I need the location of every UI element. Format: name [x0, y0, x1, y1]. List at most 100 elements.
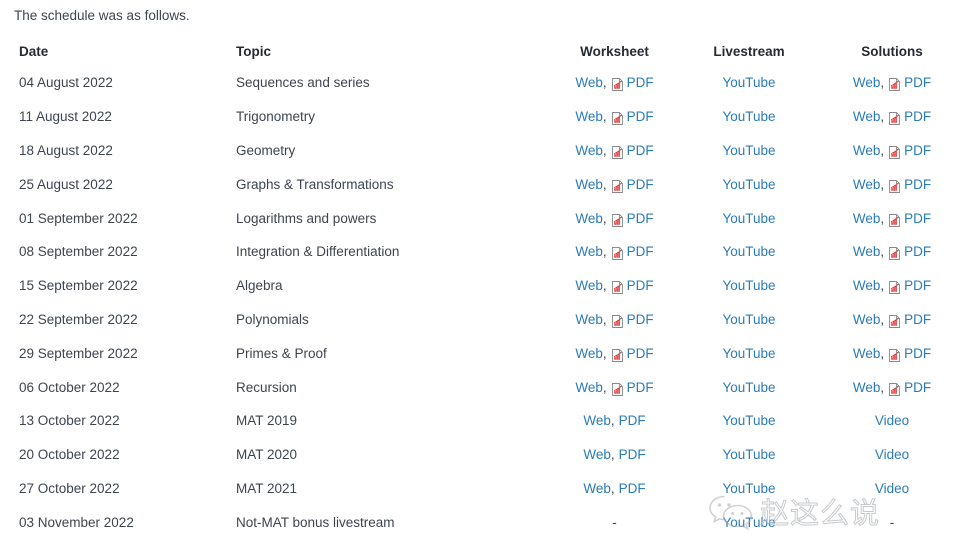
- worksheet-pdf-link[interactable]: PDF: [627, 211, 654, 226]
- worksheet-web-link[interactable]: Web: [575, 278, 603, 293]
- cell-livestream: YouTube: [678, 370, 820, 404]
- solutions-web-link[interactable]: Web: [853, 109, 881, 124]
- cell-date: 22 September 2022: [19, 311, 138, 327]
- livestream-cell-content: YouTube: [722, 481, 775, 496]
- separator-comma: ,: [602, 278, 607, 294]
- solutions-pdf-link[interactable]: PDF: [904, 177, 931, 192]
- solutions-pdf-link[interactable]: PDF: [904, 75, 931, 90]
- table-row: 15 September 2022 Algebra Web, PDF YouTube We…: [0, 269, 964, 303]
- worksheet-web-link[interactable]: Web: [575, 346, 603, 361]
- worksheet-pdf-link[interactable]: PDF: [627, 244, 654, 259]
- separator-comma: ,: [602, 244, 607, 260]
- livestream-youtube-link[interactable]: YouTube: [722, 278, 775, 293]
- separator-comma: ,: [602, 311, 607, 327]
- worksheet-web-link[interactable]: Web: [575, 75, 603, 90]
- worksheet-pdf-link[interactable]: PDF: [619, 413, 646, 428]
- solutions-cell-content: Video: [875, 481, 909, 496]
- solutions-pdf-link[interactable]: PDF: [904, 380, 931, 395]
- separator-comma: ,: [602, 176, 607, 192]
- worksheet-pdf-link[interactable]: PDF: [627, 380, 654, 395]
- solutions-web-link[interactable]: Web: [853, 244, 881, 259]
- cell-solutions: Web, PDF: [820, 134, 964, 168]
- worksheet-web-link[interactable]: Web: [575, 109, 603, 124]
- worksheet-web-link[interactable]: Web: [575, 244, 603, 259]
- worksheet-pdf-link[interactable]: PDF: [627, 346, 654, 361]
- table-row: 04 August 2022 Sequences and series Web, PD…: [0, 66, 964, 100]
- solutions-pdf-link[interactable]: PDF: [904, 211, 931, 226]
- livestream-youtube-link[interactable]: YouTube: [722, 75, 775, 90]
- solutions-cell-content: Web, PDF: [853, 244, 931, 261]
- separator-comma: ,: [610, 447, 615, 463]
- livestream-youtube-link[interactable]: YouTube: [722, 346, 775, 361]
- livestream-youtube-link[interactable]: YouTube: [722, 244, 775, 259]
- livestream-youtube-link[interactable]: YouTube: [722, 481, 775, 496]
- cell-topic: Recursion: [236, 379, 297, 395]
- worksheet-pdf-link[interactable]: PDF: [627, 143, 654, 158]
- worksheet-web-link[interactable]: Web: [575, 312, 603, 327]
- solutions-web-link[interactable]: Web: [853, 211, 881, 226]
- solutions-web-link[interactable]: Web: [853, 346, 881, 361]
- solutions-web-link[interactable]: Web: [853, 380, 881, 395]
- cell-solutions: Web, PDF: [820, 303, 964, 337]
- solutions-video-link[interactable]: Video: [875, 481, 909, 496]
- solutions-cell-content: Video: [875, 413, 909, 428]
- cell-topic: MAT 2019: [236, 413, 298, 429]
- worksheet-pdf-link[interactable]: PDF: [619, 481, 646, 496]
- livestream-youtube-link[interactable]: YouTube: [722, 177, 775, 192]
- solutions-web-link[interactable]: Web: [853, 278, 881, 293]
- livestream-youtube-link[interactable]: YouTube: [722, 109, 775, 124]
- livestream-youtube-link[interactable]: YouTube: [722, 447, 775, 462]
- solutions-web-link[interactable]: Web: [853, 143, 881, 158]
- table-header-row: Date Topic Worksheet Livestream Solution…: [0, 36, 964, 66]
- livestream-youtube-link[interactable]: YouTube: [722, 413, 775, 428]
- worksheet-pdf-link[interactable]: PDF: [619, 447, 646, 462]
- livestream-youtube-link[interactable]: YouTube: [722, 211, 775, 226]
- worksheet-web-link[interactable]: Web: [575, 177, 603, 192]
- column-header-worksheet: Worksheet: [580, 43, 649, 59]
- solutions-cell-content: Web, PDF: [853, 143, 931, 159]
- solutions-cell-content: Web, PDF: [853, 346, 931, 362]
- solutions-cell-content: Web, PDF: [853, 278, 931, 295]
- pdf-icon: [611, 382, 623, 396]
- livestream-cell-content: YouTube: [722, 244, 775, 259]
- cell-worksheet: Web, PDF: [551, 303, 678, 337]
- worksheet-pdf-link[interactable]: PDF: [627, 278, 654, 293]
- solutions-video-link[interactable]: Video: [875, 447, 909, 462]
- worksheet-web-link[interactable]: Web: [575, 211, 603, 226]
- table-row: 25 August 2022 Graphs & Transformations We…: [0, 167, 964, 201]
- livestream-cell-content: YouTube: [722, 515, 775, 530]
- solutions-pdf-link[interactable]: PDF: [904, 109, 931, 124]
- livestream-youtube-link[interactable]: YouTube: [722, 312, 775, 327]
- worksheet-cell-content: Web, PDF: [575, 143, 654, 159]
- cell-worksheet: -: [551, 505, 678, 539]
- worksheet-pdf-link[interactable]: PDF: [627, 312, 654, 327]
- cell-solutions: Web, PDF: [820, 66, 964, 100]
- solutions-web-link[interactable]: Web: [853, 312, 881, 327]
- table-row: 22 September 2022 Polynomials Web, PDF YouTu…: [0, 303, 964, 337]
- solutions-cell-content: Web, PDF: [853, 211, 931, 227]
- solutions-pdf-link[interactable]: PDF: [904, 346, 931, 361]
- solutions-video-link[interactable]: Video: [875, 413, 909, 428]
- worksheet-web-link[interactable]: Web: [583, 413, 611, 428]
- worksheet-web-link[interactable]: Web: [583, 447, 611, 462]
- solutions-web-link[interactable]: Web: [853, 75, 881, 90]
- cell-worksheet: Web, PDF: [551, 404, 678, 438]
- worksheet-web-link[interactable]: Web: [583, 481, 611, 496]
- solutions-pdf-link[interactable]: PDF: [904, 278, 931, 293]
- solutions-pdf-link[interactable]: PDF: [904, 312, 931, 327]
- worksheet-pdf-link[interactable]: PDF: [627, 75, 654, 90]
- cell-solutions: Web, PDF: [820, 370, 964, 404]
- solutions-pdf-link[interactable]: PDF: [904, 143, 931, 158]
- solutions-pdf-link[interactable]: PDF: [904, 244, 931, 259]
- worksheet-web-link[interactable]: Web: [575, 143, 603, 158]
- livestream-youtube-link[interactable]: YouTube: [722, 380, 775, 395]
- cell-livestream: YouTube: [678, 472, 820, 506]
- separator-comma: ,: [880, 379, 885, 395]
- livestream-youtube-link[interactable]: YouTube: [722, 515, 775, 530]
- worksheet-pdf-link[interactable]: PDF: [627, 177, 654, 192]
- cell-worksheet: Web, PDF: [551, 235, 678, 269]
- worksheet-web-link[interactable]: Web: [575, 380, 603, 395]
- livestream-youtube-link[interactable]: YouTube: [722, 143, 775, 158]
- solutions-web-link[interactable]: Web: [853, 177, 881, 192]
- worksheet-pdf-link[interactable]: PDF: [627, 109, 654, 124]
